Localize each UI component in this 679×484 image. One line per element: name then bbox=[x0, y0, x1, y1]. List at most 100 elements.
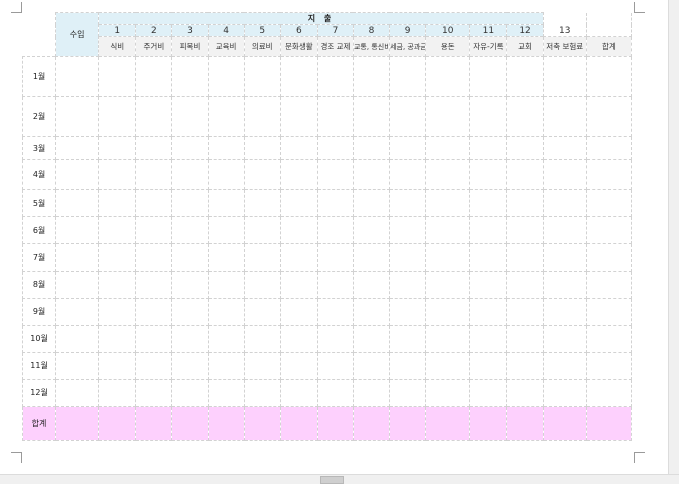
ledger-cell[interactable] bbox=[506, 56, 544, 98]
ledger-cell[interactable] bbox=[171, 216, 209, 245]
vertical-scrollbar[interactable] bbox=[668, 0, 679, 474]
ledger-cell[interactable] bbox=[279, 378, 318, 407]
ledger-cell[interactable] bbox=[171, 56, 209, 98]
ledger-cell[interactable] bbox=[389, 136, 427, 161]
ledger-cell[interactable] bbox=[506, 136, 544, 161]
ledger-cell[interactable] bbox=[585, 351, 633, 380]
ledger-cell[interactable] bbox=[55, 56, 100, 98]
ledger-cell[interactable] bbox=[389, 56, 427, 98]
ledger-cell[interactable] bbox=[506, 159, 544, 191]
ledger-cell[interactable] bbox=[207, 136, 245, 161]
ledger-cell[interactable] bbox=[316, 243, 354, 272]
ledger-cell[interactable] bbox=[171, 136, 209, 161]
ledger-cell[interactable] bbox=[469, 270, 508, 299]
ledger-cell[interactable] bbox=[316, 351, 354, 380]
ledger-cell[interactable] bbox=[316, 159, 354, 191]
ledger-cell[interactable] bbox=[243, 216, 281, 245]
total-cell[interactable] bbox=[316, 405, 354, 442]
ledger-cell[interactable] bbox=[243, 243, 281, 272]
ledger-cell[interactable] bbox=[389, 270, 427, 299]
ledger-cell[interactable] bbox=[207, 351, 245, 380]
ledger-cell[interactable] bbox=[243, 56, 281, 98]
ledger-cell[interactable] bbox=[279, 189, 318, 218]
ledger-cell[interactable] bbox=[243, 378, 281, 407]
ledger-cell[interactable] bbox=[425, 351, 471, 380]
ledger-cell[interactable] bbox=[55, 324, 100, 353]
ledger-cell[interactable] bbox=[585, 189, 633, 218]
ledger-cell[interactable] bbox=[542, 270, 587, 299]
ledger-cell[interactable] bbox=[98, 297, 137, 326]
ledger-cell[interactable] bbox=[389, 96, 427, 138]
ledger-cell[interactable] bbox=[542, 351, 587, 380]
ledger-cell[interactable] bbox=[542, 56, 587, 98]
total-cell[interactable] bbox=[55, 405, 100, 442]
ledger-cell[interactable] bbox=[243, 136, 281, 161]
total-cell[interactable] bbox=[279, 405, 318, 442]
ledger-cell[interactable] bbox=[207, 297, 245, 326]
ledger-cell[interactable] bbox=[55, 351, 100, 380]
ledger-cell[interactable] bbox=[352, 159, 391, 191]
ledger-cell[interactable] bbox=[506, 378, 544, 407]
ledger-cell[interactable] bbox=[135, 216, 173, 245]
ledger-cell[interactable] bbox=[506, 324, 544, 353]
ledger-cell[interactable] bbox=[279, 96, 318, 138]
ledger-cell[interactable] bbox=[243, 189, 281, 218]
ledger-cell[interactable] bbox=[585, 270, 633, 299]
ledger-cell[interactable] bbox=[425, 324, 471, 353]
ledger-cell[interactable] bbox=[243, 297, 281, 326]
ledger-cell[interactable] bbox=[135, 243, 173, 272]
ledger-cell[interactable] bbox=[55, 96, 100, 138]
ledger-cell[interactable] bbox=[585, 136, 633, 161]
ledger-cell[interactable] bbox=[243, 270, 281, 299]
ledger-cell[interactable] bbox=[352, 56, 391, 98]
ledger-cell[interactable] bbox=[425, 243, 471, 272]
ledger-cell[interactable] bbox=[135, 297, 173, 326]
ledger-cell[interactable] bbox=[98, 351, 137, 380]
ledger-cell[interactable] bbox=[352, 324, 391, 353]
ledger-cell[interactable] bbox=[279, 56, 318, 98]
ledger-cell[interactable] bbox=[135, 96, 173, 138]
ledger-cell[interactable] bbox=[389, 189, 427, 218]
ledger-cell[interactable] bbox=[542, 297, 587, 326]
ledger-cell[interactable] bbox=[207, 56, 245, 98]
ledger-cell[interactable] bbox=[585, 56, 633, 98]
ledger-cell[interactable] bbox=[469, 159, 508, 191]
total-cell[interactable] bbox=[171, 405, 209, 442]
ledger-cell[interactable] bbox=[352, 136, 391, 161]
ledger-cell[interactable] bbox=[279, 136, 318, 161]
ledger-cell[interactable] bbox=[469, 136, 508, 161]
ledger-cell[interactable] bbox=[98, 189, 137, 218]
ledger-cell[interactable] bbox=[542, 243, 587, 272]
ledger-cell[interactable] bbox=[469, 96, 508, 138]
ledger-cell[interactable] bbox=[55, 378, 100, 407]
ledger-cell[interactable] bbox=[243, 351, 281, 380]
ledger-cell[interactable] bbox=[425, 159, 471, 191]
ledger-cell[interactable] bbox=[316, 189, 354, 218]
ledger-cell[interactable] bbox=[55, 136, 100, 161]
ledger-cell[interactable] bbox=[506, 189, 544, 218]
total-cell[interactable] bbox=[98, 405, 137, 442]
total-cell[interactable] bbox=[425, 405, 471, 442]
ledger-cell[interactable] bbox=[279, 297, 318, 326]
ledger-cell[interactable] bbox=[135, 270, 173, 299]
ledger-cell[interactable] bbox=[135, 324, 173, 353]
ledger-cell[interactable] bbox=[469, 56, 508, 98]
ledger-cell[interactable] bbox=[207, 189, 245, 218]
ledger-cell[interactable] bbox=[207, 378, 245, 407]
ledger-cell[interactable] bbox=[585, 96, 633, 138]
ledger-cell[interactable] bbox=[469, 216, 508, 245]
ledger-cell[interactable] bbox=[55, 270, 100, 299]
ledger-cell[interactable] bbox=[425, 56, 471, 98]
ledger-cell[interactable] bbox=[542, 189, 587, 218]
ledger-cell[interactable] bbox=[279, 324, 318, 353]
ledger-cell[interactable] bbox=[585, 159, 633, 191]
ledger-cell[interactable] bbox=[389, 297, 427, 326]
ledger-cell[interactable] bbox=[425, 136, 471, 161]
ledger-cell[interactable] bbox=[542, 136, 587, 161]
ledger-cell[interactable] bbox=[98, 243, 137, 272]
total-cell[interactable] bbox=[207, 405, 245, 442]
ledger-cell[interactable] bbox=[425, 378, 471, 407]
ledger-cell[interactable] bbox=[171, 351, 209, 380]
ledger-cell[interactable] bbox=[279, 351, 318, 380]
ledger-cell[interactable] bbox=[389, 324, 427, 353]
